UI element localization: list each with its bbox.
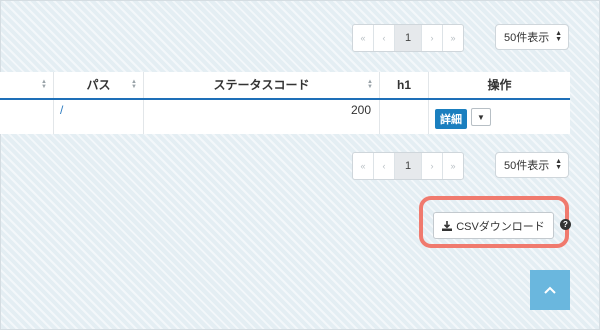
pagination-last-button[interactable]: »: [443, 25, 463, 51]
results-table: ▲ ▼ パス ▲ ▼ ステータスコード ▲ ▼ h1 操作 / 200 詳細 ▼: [0, 72, 570, 134]
back-to-top-button[interactable]: [530, 270, 570, 310]
table-cell-status-code: 200: [144, 100, 380, 134]
table-cell-path: /: [54, 100, 144, 134]
per-page-select-bottom[interactable]: 50件表示 ▲ ▼: [495, 152, 569, 178]
select-arrows-icon: ▲ ▼: [555, 30, 562, 43]
table-header: ▲ ▼ パス ▲ ▼ ステータスコード ▲ ▼ h1 操作: [0, 72, 570, 100]
caret-down-icon: ▼: [477, 112, 485, 122]
download-icon: [442, 220, 453, 231]
path-link[interactable]: /: [60, 103, 63, 117]
detail-button[interactable]: 詳細: [435, 109, 467, 129]
sort-icon: ▲ ▼: [41, 79, 47, 90]
table-row: / 200 詳細 ▼: [0, 100, 570, 134]
column-header-status-code[interactable]: ステータスコード ▲ ▼: [144, 72, 380, 98]
column-header-actions: 操作: [487, 78, 512, 92]
pagination-page-1[interactable]: 1: [395, 25, 422, 51]
pagination-next-button[interactable]: ›: [422, 153, 443, 179]
per-page-value: 50件表示: [504, 32, 550, 44]
pagination-prev-button[interactable]: ‹: [374, 25, 395, 51]
question-circle-icon[interactable]: ?: [560, 219, 571, 230]
pagination-last-button[interactable]: »: [443, 153, 463, 179]
table-cell: [0, 100, 54, 134]
pagination-first-button[interactable]: «: [353, 153, 374, 179]
pagination-page-1[interactable]: 1: [395, 153, 422, 179]
table-cell-actions: 詳細 ▼: [429, 100, 570, 134]
pagination-bottom: « ‹ 1 › »: [352, 152, 464, 180]
pagination-first-button[interactable]: «: [353, 25, 374, 51]
csv-download-label: CSVダウンロード: [456, 220, 545, 233]
per-page-select-top[interactable]: 50件表示 ▲ ▼: [495, 24, 569, 50]
chevron-up-icon: [544, 286, 556, 294]
per-page-value: 50件表示: [504, 160, 550, 172]
status-code-value: 200: [350, 103, 371, 117]
column-header-previous[interactable]: ▲ ▼: [0, 72, 54, 98]
select-arrows-icon: ▲ ▼: [555, 158, 562, 171]
sort-icon: ▲ ▼: [367, 79, 373, 90]
table-cell-h1: [380, 100, 429, 134]
action-dropdown-button[interactable]: ▼: [471, 108, 491, 126]
column-header-path[interactable]: パス ▲ ▼: [54, 72, 144, 98]
pagination-prev-button[interactable]: ‹: [374, 153, 395, 179]
pagination-next-button[interactable]: ›: [422, 25, 443, 51]
sort-icon: ▲ ▼: [131, 79, 137, 90]
csv-download-button[interactable]: CSVダウンロード: [433, 212, 554, 239]
pagination-top: « ‹ 1 › »: [352, 24, 464, 52]
column-header-h1[interactable]: h1: [380, 72, 429, 98]
